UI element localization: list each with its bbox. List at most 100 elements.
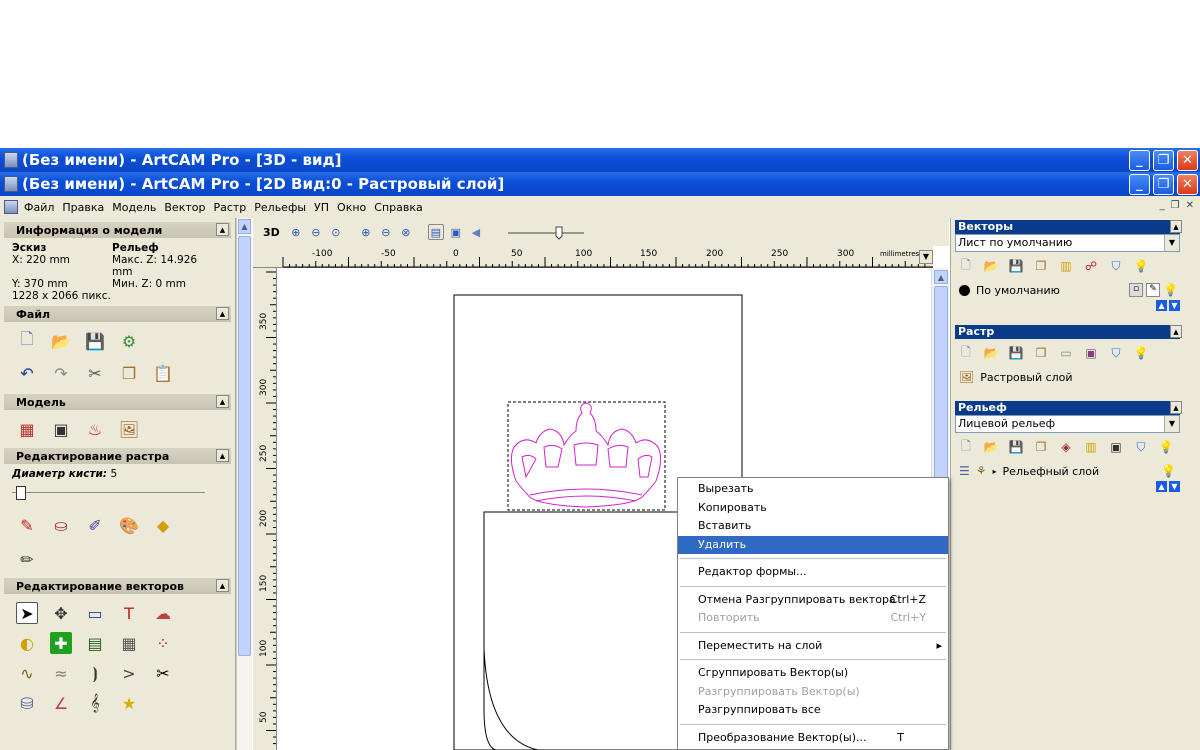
grid-icon[interactable]: ▦ bbox=[118, 632, 140, 654]
canvas-scroll-up[interactable]: ▲ bbox=[934, 270, 948, 284]
zoom-previous-icon[interactable]: ⊖ bbox=[378, 224, 394, 240]
edit-layer-icon[interactable]: ✎ bbox=[1146, 283, 1161, 297]
model-size-icon[interactable]: ▦ bbox=[16, 418, 38, 440]
raster-image-icon[interactable]: ▣ bbox=[1084, 346, 1098, 360]
paint-bucket-icon[interactable]: ⛀ bbox=[50, 514, 72, 536]
visibility-bulb-icon[interactable]: 💡 bbox=[1161, 464, 1176, 478]
menu-app-icon[interactable] bbox=[4, 200, 18, 214]
open-relief-icon[interactable]: 📂 bbox=[984, 440, 999, 454]
vector-edit-header[interactable]: Редактирование векторов ▲ bbox=[4, 578, 231, 594]
undo-icon[interactable]: ↶ bbox=[16, 362, 38, 384]
copy-relief-icon[interactable]: ❐ bbox=[1034, 440, 1048, 454]
save-layer-icon[interactable]: 💾 bbox=[1009, 259, 1024, 273]
minimize-button[interactable]: _ bbox=[1129, 150, 1150, 171]
transform-icon[interactable]: ✥ bbox=[50, 602, 72, 624]
delete-relief-icon[interactable]: ⛉ bbox=[1134, 440, 1148, 454]
view-3d-button[interactable]: 3D bbox=[263, 226, 280, 239]
save-relief-icon[interactable]: 💾 bbox=[1009, 440, 1024, 454]
relief-header[interactable]: Рельеф ▲ bbox=[955, 401, 1182, 415]
restore-button[interactable]: ❐ bbox=[1153, 150, 1174, 171]
mdi-restore-button[interactable]: ❐ bbox=[1171, 200, 1180, 211]
raster-props-icon[interactable]: ▭ bbox=[1059, 346, 1073, 360]
relief-image-icon[interactable]: ▣ bbox=[1109, 440, 1123, 454]
relief-toggle-icon[interactable]: ◀ bbox=[468, 224, 484, 240]
menu-raster[interactable]: Растр bbox=[213, 201, 246, 214]
open-raster-icon[interactable]: 📂 bbox=[984, 346, 999, 360]
eyedropper-icon[interactable]: ✐ bbox=[84, 514, 106, 536]
relief-add-icon[interactable]: ⚘ bbox=[976, 464, 987, 478]
move-down-icon[interactable]: ▼ bbox=[1169, 300, 1180, 311]
menu-reliefs[interactable]: Рельефы bbox=[254, 201, 306, 214]
ctx-paste[interactable]: Вставить bbox=[678, 517, 948, 536]
move-up-icon[interactable]: ▲ bbox=[1156, 481, 1167, 492]
file-header[interactable]: Файл ▲ bbox=[4, 306, 231, 322]
points-icon[interactable]: ⁘ bbox=[152, 632, 174, 654]
brush-diameter-slider[interactable] bbox=[12, 486, 205, 500]
layer-props-icon[interactable]: ▥ bbox=[1059, 259, 1073, 273]
relief-props-icon[interactable]: ▥ bbox=[1084, 440, 1098, 454]
menu-file[interactable]: Файл bbox=[24, 201, 54, 214]
menu-model[interactable]: Модель bbox=[112, 201, 156, 214]
collapse-icon[interactable]: ▲ bbox=[216, 223, 229, 236]
curve-icon[interactable]: ∿ bbox=[16, 662, 38, 684]
text-tool-icon[interactable]: T bbox=[118, 602, 140, 624]
mdi-minimize-button[interactable]: _ bbox=[1160, 200, 1165, 211]
menu-edit[interactable]: Правка bbox=[62, 201, 104, 214]
mdi-close-button[interactable]: ✕ bbox=[1186, 200, 1194, 211]
scroll-up-arrow[interactable]: ▲ bbox=[238, 219, 251, 234]
vector-toggle-icon[interactable]: ▣ bbox=[448, 224, 464, 240]
cut-icon[interactable]: ✂ bbox=[84, 362, 106, 384]
ruler-unit-dropdown[interactable]: ▼ bbox=[919, 250, 933, 264]
collapse-icon[interactable]: ▲ bbox=[1170, 401, 1182, 414]
visibility-bulb-icon[interactable]: 💡 bbox=[1163, 283, 1178, 297]
menu-help[interactable]: Справка bbox=[374, 201, 422, 214]
vectors-header[interactable]: Векторы ▲ bbox=[955, 220, 1182, 234]
inner-title-bar[interactable]: (Без имени) - ArtCAM Pro - [2D Вид:0 - Р… bbox=[0, 172, 1200, 196]
new-file-icon[interactable]: 🗋 bbox=[16, 329, 38, 352]
scroll-thumb[interactable] bbox=[238, 236, 251, 656]
collapse-icon[interactable]: ▲ bbox=[1170, 325, 1182, 338]
import-icon[interactable]: ⚙ bbox=[118, 330, 140, 352]
collapse-icon[interactable]: ▲ bbox=[1170, 220, 1182, 233]
delete-layer-icon[interactable]: ⛉ bbox=[1109, 259, 1123, 273]
relief-layer-item[interactable]: ☰ ⚘ ▸ Рельефный слой 💡 bbox=[955, 461, 1180, 481]
light-raster-icon[interactable]: 💡 bbox=[1134, 346, 1149, 360]
copy-icon[interactable]: ❐ bbox=[118, 362, 140, 384]
outer-title-bar[interactable]: (Без имени) - ArtCAM Pro - [3D - вид] _ … bbox=[0, 148, 1200, 172]
add-node-icon[interactable]: ✚ bbox=[50, 632, 72, 654]
cylinder-icon[interactable]: ⛁ bbox=[16, 692, 38, 714]
collapse-icon[interactable]: ▲ bbox=[216, 449, 229, 462]
ctx-ungroup-all[interactable]: Разгруппировать все bbox=[678, 701, 948, 720]
save-raster-icon[interactable]: 💾 bbox=[1009, 346, 1024, 360]
vectors-default-layer[interactable]: По умолчанию ▫ ✎ 💡 bbox=[955, 280, 1180, 300]
node-edit-icon[interactable]: ◐ bbox=[16, 632, 38, 654]
lock-icon[interactable]: ▫ bbox=[1129, 283, 1144, 297]
ctx-cut[interactable]: Вырезать bbox=[678, 480, 948, 499]
collapse-icon[interactable]: ▲ bbox=[216, 579, 229, 592]
ctx-group[interactable]: Сгруппировать Вектор(ы) bbox=[678, 664, 948, 683]
ctx-transform[interactable]: Преобразование Вектор(ы)... T bbox=[678, 729, 948, 748]
zoom-all-icon[interactable]: ⊗ bbox=[398, 224, 414, 240]
light-layer-icon[interactable]: 💡 bbox=[1134, 259, 1149, 273]
layer-color-icon[interactable] bbox=[959, 284, 970, 296]
select-arrow-icon[interactable]: ➤ bbox=[16, 602, 38, 624]
ctx-shape-editor[interactable]: Редактор формы... bbox=[678, 563, 948, 582]
model-picture-icon[interactable]: ▣ bbox=[50, 418, 72, 440]
doc-restore-button[interactable]: ❐ bbox=[1153, 174, 1174, 195]
ctx-move-to-layer[interactable]: Переместить на слой ▸ bbox=[678, 637, 948, 656]
ctx-copy[interactable]: Копировать bbox=[678, 499, 948, 518]
expand-arrow-icon[interactable]: ▸ bbox=[993, 467, 997, 476]
delete-raster-icon[interactable]: ⛉ bbox=[1109, 346, 1123, 360]
paste-icon[interactable]: 📋 bbox=[152, 362, 174, 384]
raster-toggle-icon[interactable]: ▤ bbox=[427, 224, 444, 240]
chevron-down-icon[interactable]: ▼ bbox=[1164, 416, 1179, 432]
fill-icon[interactable]: ◆ bbox=[152, 514, 174, 536]
collapse-icon[interactable]: ▲ bbox=[216, 307, 229, 320]
model-lamp-icon[interactable]: ♨ bbox=[84, 418, 106, 440]
redo-icon[interactable]: ↷ bbox=[50, 362, 72, 384]
raster-header[interactable]: Растр ▲ bbox=[955, 325, 1182, 339]
model-mona-icon[interactable]: 🖼 bbox=[118, 418, 140, 440]
palette-icon[interactable]: 🎨 bbox=[118, 514, 140, 536]
new-layer-icon[interactable]: 🗋 bbox=[959, 258, 973, 273]
model-header[interactable]: Модель ▲ bbox=[4, 394, 231, 410]
